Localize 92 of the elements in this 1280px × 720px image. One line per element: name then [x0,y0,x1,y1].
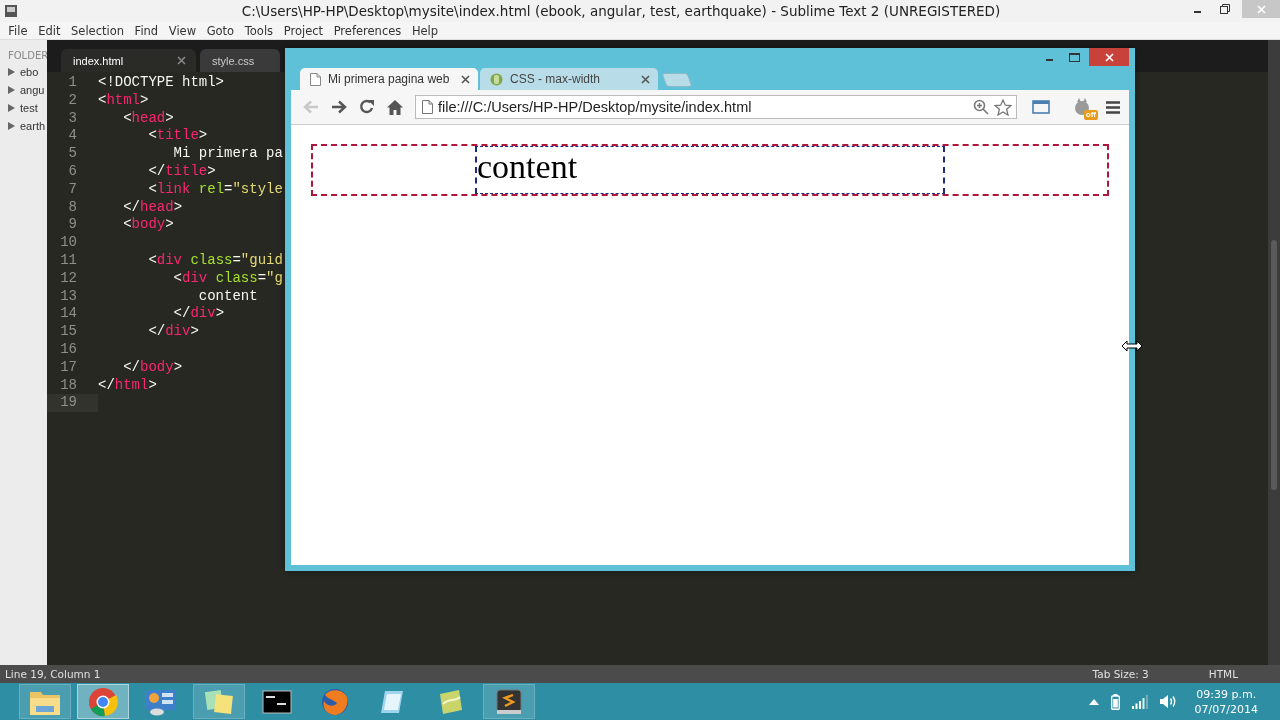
line-number: 12 [59,269,78,288]
line-number: 1 [67,74,78,92]
code-line: </head> [122,198,183,217]
close-icon[interactable] [461,74,470,84]
control-panel-icon[interactable] [145,687,177,716]
expand-arrow-icon[interactable] [8,104,15,112]
code-line: <body> [122,216,174,235]
globe-icon[interactable] [320,686,350,717]
line-number: 7 [67,180,78,199]
line-number: 13 [59,287,78,306]
code-line: <head> [122,109,174,128]
clock-time[interactable]: 09:39 p.m. [1196,686,1257,702]
expand-arrow-icon[interactable] [8,86,15,94]
tab-size[interactable]: Tab Size: 3 [1092,668,1149,680]
line-number: 8 [67,198,78,217]
menu-item[interactable]: Project [278,23,329,38]
site-icon [490,72,503,86]
close-button[interactable] [1089,48,1129,66]
line-number: 19 [59,394,78,413]
code-line: Mi primera pa [172,145,283,163]
terminal-icon[interactable] [262,689,292,714]
code-line: <html> [98,91,149,110]
syntax-mode[interactable]: HTML [1208,668,1238,680]
notes-icon[interactable] [203,687,235,716]
line-number: 18 [59,376,78,395]
menu-item[interactable]: File [3,23,33,38]
folder-name[interactable]: test [20,102,38,114]
sidebar-heading: FOLDER [7,50,47,61]
page-text: content [477,147,578,187]
menu-item[interactable]: Selection [65,23,130,38]
clock-date[interactable]: 07/07/2014 [1194,701,1258,717]
code-line: </div> [147,323,199,341]
code-line: </title> [147,163,216,181]
cursor-position: Line 19, Column 1 [5,668,101,680]
line-number: 5 [67,145,78,163]
battery-icon[interactable] [1110,693,1120,710]
line-number: 17 [59,358,78,377]
signal-icon[interactable] [1131,694,1148,709]
restore-icon[interactable] [1219,4,1230,14]
code-line: <title> [147,127,208,146]
code-line: </div> [172,305,225,324]
code-line: content [197,287,258,306]
code-line: <!DOCTYPE html> [98,74,225,92]
folder-name[interactable]: angu [20,84,45,96]
line-number: 3 [67,109,78,128]
page-icon [310,72,321,86]
line-number: 4 [67,127,78,146]
code-line: <div class="guid [147,251,283,270]
menu-item[interactable]: View [163,23,202,38]
line-number: 11 [59,251,78,270]
editor-tab[interactable]: index.html [61,49,196,72]
close-icon[interactable] [641,74,650,84]
code-line: </html> [98,376,157,395]
maximize-icon[interactable] [1069,52,1080,62]
line-number: 16 [59,340,78,359]
line-number: 6 [67,163,78,181]
editor-tab[interactable]: style.css [200,49,280,72]
address-bar[interactable]: file:///C:/Users/HP-HP/Desktop/mysite/index.html [415,95,1017,119]
scrollbar-thumb[interactable] [1271,240,1277,490]
menu-item[interactable]: Help [406,23,444,38]
paper-icon[interactable] [437,687,465,716]
browser-tab[interactable]: Mi primera pagina web [300,68,478,90]
code-line: <div class="g [172,269,283,288]
close-icon[interactable] [177,56,186,65]
menu-item[interactable]: Find [129,23,164,38]
page-icon [422,100,433,114]
folder-name[interactable]: ebo [20,66,39,78]
browser-tab[interactable]: CSS - max-width [480,68,658,90]
menu-item[interactable]: Edit [32,23,66,38]
menu-item[interactable]: Preferences [328,23,407,38]
star-icon[interactable] [994,98,1012,116]
menu-item[interactable]: Goto [201,23,240,38]
expand-arrow-icon[interactable] [8,122,15,130]
line-number: 14 [59,305,78,324]
menu-item[interactable]: Tools [239,23,279,38]
zoom-in-icon[interactable] [973,99,989,115]
editor-app-icon[interactable] [495,687,523,716]
folder-name[interactable]: earth [20,120,46,132]
window-title: C:\Users\HP-HP\Desktop\mysite\index.html (ebook, angular, test, earthquake) - Sublime Text 2 (UNREGISTERED) [240,3,1002,19]
code-line: <link rel="style [147,180,283,199]
extension-badge: off [1083,110,1098,120]
up-arrow-icon[interactable] [1088,698,1099,705]
line-number: 9 [67,216,78,235]
app-icon [4,4,18,18]
expand-arrow-icon[interactable] [8,68,15,76]
browser-logo-icon[interactable] [88,686,118,717]
line-number: 15 [59,323,78,341]
speaker-icon[interactable] [1159,694,1177,709]
taskbar-button[interactable] [483,684,535,719]
code-line: </body> [122,358,183,377]
line-number: 2 [67,91,78,110]
line-number: 10 [59,234,78,252]
